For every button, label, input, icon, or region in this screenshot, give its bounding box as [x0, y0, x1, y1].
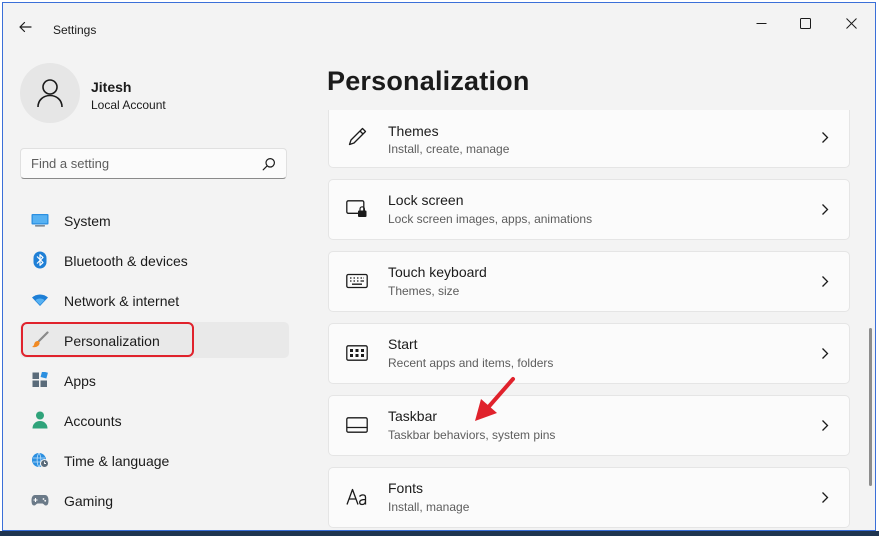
- card-subtitle: Install, manage: [388, 500, 470, 514]
- pen-icon: [346, 126, 368, 148]
- search-input[interactable]: [21, 149, 253, 178]
- sidebar-item-label: Gaming: [64, 493, 114, 509]
- profile-name: Jitesh: [91, 79, 132, 95]
- sidebar-item-label: Apps: [64, 373, 96, 389]
- sidebar-item-apps[interactable]: Apps: [20, 362, 289, 398]
- sidebar-item-label: Network & internet: [64, 293, 180, 309]
- sidebar-item-label: Accounts: [64, 413, 122, 429]
- bluetooth-icon: [31, 251, 49, 269]
- close-button[interactable]: [833, 11, 869, 35]
- sidebar-item-system[interactable]: System: [20, 202, 289, 238]
- scrollbar-thumb[interactable]: [869, 328, 872, 486]
- annotation-highlight-box: [21, 322, 194, 357]
- chevron-right-icon: [819, 346, 831, 360]
- person-icon: [37, 79, 63, 108]
- card-subtitle: Lock screen images, apps, animations: [388, 212, 593, 226]
- taskbar-icon: [346, 414, 368, 436]
- sidebar-item-time-language[interactable]: Time & language: [20, 442, 289, 478]
- sidebar-item-bluetooth[interactable]: Bluetooth & devices: [20, 242, 289, 278]
- chevron-right-icon: [819, 418, 831, 432]
- font-icon: [346, 486, 368, 508]
- keyboard-icon: [346, 270, 368, 292]
- globe-clock-icon: [31, 451, 49, 469]
- card-subtitle: Themes, size: [388, 284, 460, 298]
- card-lock-screen[interactable]: Lock screen Lock screen images, apps, an…: [328, 179, 850, 240]
- start-icon: [346, 342, 368, 364]
- search-box[interactable]: [20, 148, 287, 179]
- chevron-right-icon: [819, 202, 831, 216]
- maximize-icon: [799, 17, 811, 29]
- chevron-right-icon: [819, 274, 831, 288]
- lock-screen-icon: [346, 198, 368, 220]
- card-title: Start: [388, 336, 418, 352]
- title-bar: Settings: [3, 3, 875, 47]
- card-title: Fonts: [388, 480, 424, 496]
- card-start[interactable]: Start Recent apps and items, folders: [328, 323, 850, 384]
- profile-account-type: Local Account: [91, 98, 166, 112]
- card-taskbar[interactable]: Taskbar Taskbar behaviors, system pins: [328, 395, 850, 456]
- card-themes[interactable]: Themes Install, create, manage: [328, 110, 850, 168]
- monitor-icon: [31, 211, 49, 229]
- card-touch-keyboard[interactable]: Touch keyboard Themes, size: [328, 251, 850, 312]
- sidebar-item-label: Bluetooth & devices: [64, 253, 188, 269]
- back-button[interactable]: [15, 17, 35, 37]
- minimize-icon: [756, 22, 766, 24]
- apps-icon: [31, 371, 49, 389]
- sidebar-nav: System Bluetooth & devices Network & int…: [20, 202, 289, 522]
- card-title: Touch keyboard: [388, 264, 487, 280]
- minimize-button[interactable]: [743, 11, 779, 35]
- chevron-right-icon: [819, 130, 831, 144]
- desktop-taskbar-edge: [0, 531, 879, 536]
- card-fonts[interactable]: Fonts Install, manage: [328, 467, 850, 528]
- avatar[interactable]: [20, 63, 80, 123]
- card-subtitle: Install, create, manage: [388, 142, 510, 156]
- person-icon: [31, 411, 49, 429]
- settings-window: Settings Jitesh Local Account System: [2, 2, 876, 531]
- sidebar-item-label: Time & language: [64, 453, 170, 469]
- chevron-right-icon: [819, 490, 831, 504]
- search-icon[interactable]: [262, 157, 276, 171]
- controller-icon: [31, 491, 49, 509]
- back-arrow-icon: [19, 21, 32, 33]
- sidebar-item-personalization[interactable]: Personalization: [20, 322, 289, 358]
- app-title: Settings: [53, 23, 97, 37]
- maximize-button[interactable]: [787, 11, 823, 35]
- card-subtitle: Recent apps and items, folders: [388, 356, 554, 370]
- card-subtitle: Taskbar behaviors, system pins: [388, 428, 556, 442]
- sidebar-item-network[interactable]: Network & internet: [20, 282, 289, 318]
- sidebar-item-label: System: [64, 213, 111, 229]
- page-title: Personalization: [327, 66, 530, 96]
- settings-card-list: Themes Install, create, manage Lock scre…: [328, 110, 850, 530]
- card-title: Lock screen: [388, 192, 464, 208]
- card-title: Taskbar: [388, 408, 438, 424]
- wifi-icon: [31, 291, 49, 309]
- sidebar-item-accounts[interactable]: Accounts: [20, 402, 289, 438]
- annotation-arrow-icon: [475, 377, 515, 421]
- sidebar-item-gaming[interactable]: Gaming: [20, 482, 289, 518]
- close-icon: [845, 17, 857, 29]
- card-title: Themes: [388, 123, 439, 139]
